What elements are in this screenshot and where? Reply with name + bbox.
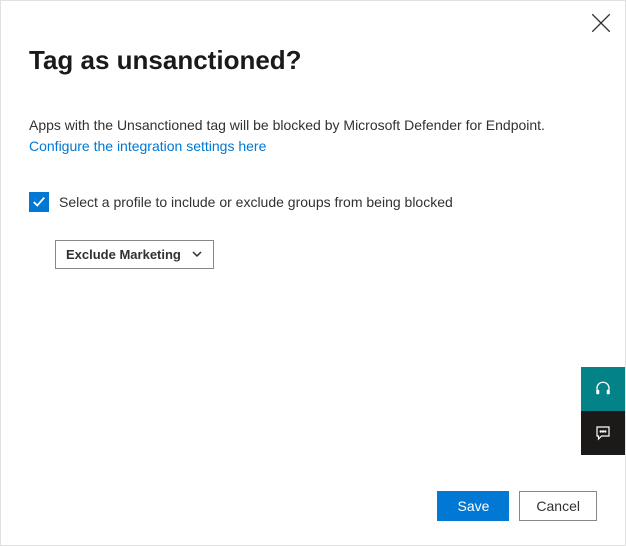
feedback-button[interactable] [581, 411, 625, 455]
side-panel [581, 367, 625, 455]
checkmark-icon [32, 195, 46, 209]
dialog-description: Apps with the Unsanctioned tag will be b… [29, 116, 597, 136]
dialog-container: Tag as unsanctioned? Apps with the Unsan… [0, 0, 626, 546]
save-button[interactable]: Save [437, 491, 509, 521]
configure-integration-link[interactable]: Configure the integration settings here [29, 138, 266, 154]
close-icon [591, 13, 611, 33]
chevron-down-icon [191, 248, 203, 260]
dropdown-value: Exclude Marketing [66, 247, 181, 262]
profile-checkbox-label: Select a profile to include or exclude g… [59, 194, 453, 210]
headset-icon [594, 380, 612, 398]
help-button[interactable] [581, 367, 625, 411]
close-button[interactable] [591, 13, 611, 33]
profile-checkbox[interactable] [29, 192, 49, 212]
profile-dropdown[interactable]: Exclude Marketing [55, 240, 214, 269]
dialog-footer: Save Cancel [437, 491, 597, 521]
chat-icon [594, 424, 612, 442]
cancel-button[interactable]: Cancel [519, 491, 597, 521]
dialog-title: Tag as unsanctioned? [29, 45, 597, 76]
profile-checkbox-row: Select a profile to include or exclude g… [29, 192, 597, 212]
